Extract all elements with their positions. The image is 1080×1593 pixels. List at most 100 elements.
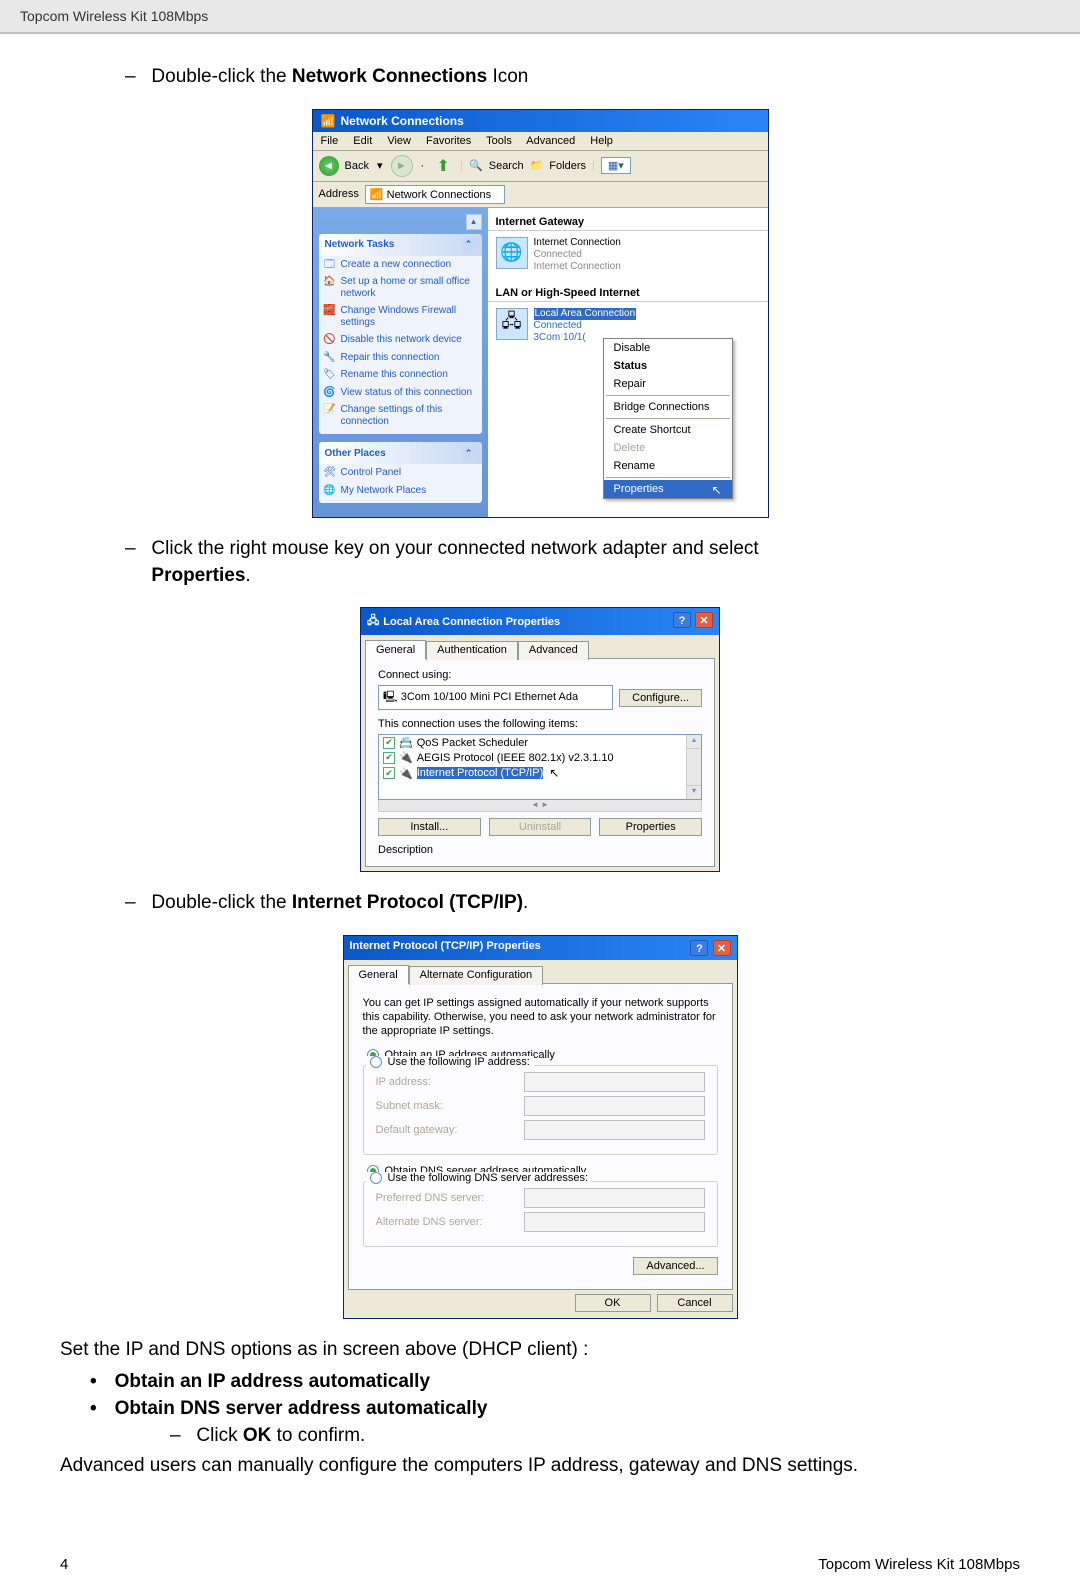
group-internet-gateway: Internet Gateway — [488, 212, 768, 231]
dialog-titlebar: 🖧Local Area Connection Properties ? ✕ — [361, 608, 719, 635]
ctx-bridge[interactable]: Bridge Connections — [604, 398, 732, 416]
disable-icon: 🚫 — [323, 333, 337, 347]
menu-edit[interactable]: Edit — [353, 135, 372, 147]
back-label[interactable]: Back — [345, 160, 369, 172]
components-listbox[interactable]: ✔ 📇 QoS Packet Scheduler ✔ 🔌 AEGIS Proto… — [378, 734, 702, 800]
ip-input — [524, 1072, 705, 1092]
pref-dns-label: Preferred DNS server: — [376, 1192, 516, 1204]
close-button[interactable]: ✕ — [695, 612, 713, 628]
menu-view[interactable]: View — [387, 135, 411, 147]
connection-internet[interactable]: 🌐 Internet Connection Connected Internet… — [488, 235, 768, 275]
tab-general[interactable]: General — [365, 640, 426, 659]
checkbox-icon[interactable]: ✔ — [383, 737, 395, 749]
properties-button[interactable]: Properties — [599, 818, 702, 836]
network-places-icon: 🌐 — [323, 484, 337, 498]
rename-icon: 🏷 — [323, 368, 337, 382]
page-number: 4 — [60, 1556, 68, 1573]
up-icon[interactable]: ⬆ — [432, 155, 454, 177]
tab-general[interactable]: General — [348, 965, 409, 984]
chevron-up-icon[interactable]: ⌃ — [462, 238, 476, 252]
ok-button[interactable]: OK — [575, 1294, 651, 1312]
install-button[interactable]: Install... — [378, 818, 481, 836]
search-icon[interactable]: 🔍 — [469, 159, 483, 172]
task-setup-network[interactable]: 🏠Set up a home or small office network — [319, 273, 482, 302]
network-tasks-header[interactable]: Network Tasks ⌃ — [319, 234, 482, 256]
page-footer: 4 Topcom Wireless Kit 108Mbps — [0, 1516, 1080, 1593]
network-tasks-panel: Network Tasks ⌃ 🗔Create a new connection… — [319, 234, 482, 435]
views-button[interactable]: ▦▾ — [601, 157, 631, 174]
radio-icon[interactable] — [370, 1056, 382, 1068]
scroll-up-icon[interactable]: ▴ — [466, 214, 482, 230]
radio-icon[interactable] — [370, 1172, 382, 1184]
dns-group: Use the following DNS server addresses: … — [363, 1181, 718, 1247]
list-item: ✔ 🔌 AEGIS Protocol (IEEE 802.1x) v2.3.1.… — [379, 750, 701, 765]
menu-advanced[interactable]: Advanced — [526, 135, 575, 147]
chevron-up-icon[interactable]: ⌃ — [462, 446, 476, 460]
other-network-places[interactable]: 🌐My Network Places — [319, 482, 482, 500]
description-text: You can get IP settings assigned automat… — [363, 996, 718, 1039]
cursor-icon: ↖ — [711, 483, 721, 497]
task-rename[interactable]: 🏷Rename this connection — [319, 366, 482, 384]
ctx-delete: Delete — [604, 439, 732, 457]
wizard-icon: 🗔 — [323, 258, 337, 272]
back-icon[interactable]: ◄ — [319, 156, 339, 176]
radio-use-dns[interactable]: Use the following DNS server addresses: — [366, 1172, 593, 1184]
folders-icon[interactable]: 📁 — [530, 159, 544, 172]
task-status[interactable]: 🌀View status of this connection — [319, 384, 482, 402]
window-icon: 📶 — [321, 114, 336, 128]
ip-group: Use the following IP address: IP address… — [363, 1065, 718, 1155]
other-places-panel: Other Places ⌃ 🛠Control Panel 🌐My Networ… — [319, 442, 482, 503]
task-settings[interactable]: 📝Change settings of this connection — [319, 401, 482, 430]
tab-alt-config[interactable]: Alternate Configuration — [409, 966, 544, 985]
subnet-input — [524, 1096, 705, 1116]
other-places-header[interactable]: Other Places ⌃ — [319, 442, 482, 464]
connection-icon: 🖧 — [496, 308, 528, 340]
other-control-panel[interactable]: 🛠Control Panel — [319, 464, 482, 482]
search-label[interactable]: Search — [489, 160, 524, 172]
tabs: General Alternate Configuration — [344, 960, 737, 983]
ctx-properties[interactable]: Properties ↖ — [604, 480, 732, 498]
description-label: Description — [378, 844, 702, 856]
checkbox-icon[interactable]: ✔ — [383, 752, 395, 764]
uninstall-button: Uninstall — [489, 818, 592, 836]
cancel-button[interactable]: Cancel — [657, 1294, 733, 1312]
task-create-connection[interactable]: 🗔Create a new connection — [319, 256, 482, 274]
horizontal-scrollbar[interactable]: ◄ ► — [378, 800, 702, 812]
tab-authentication[interactable]: Authentication — [426, 641, 518, 660]
ctx-repair[interactable]: Repair — [604, 375, 732, 393]
address-field[interactable]: 📶 Network Connections — [365, 185, 505, 204]
product-name: Topcom Wireless Kit 108Mbps — [20, 8, 208, 24]
step-1: – Double-click the Network Connections I… — [125, 64, 1020, 91]
protocol-icon: 🔌 — [399, 767, 413, 780]
task-disable-device[interactable]: 🚫Disable this network device — [319, 331, 482, 349]
tab-advanced[interactable]: Advanced — [518, 641, 589, 660]
scrollbar[interactable]: ▴ ▾ — [686, 735, 701, 799]
help-button[interactable]: ? — [690, 940, 708, 956]
nic-icon: 🖳 — [383, 691, 398, 703]
ctx-rename[interactable]: Rename — [604, 457, 732, 475]
ctx-disable[interactable]: Disable — [604, 339, 732, 357]
menu-help[interactable]: Help — [590, 135, 613, 147]
connection-icon: 🌐 — [496, 237, 528, 269]
ctx-status[interactable]: Status — [604, 357, 732, 375]
adapter-field[interactable]: 🖳 3Com 10/100 Mini PCI Ethernet Ada — [378, 685, 613, 710]
task-repair[interactable]: 🔧Repair this connection — [319, 349, 482, 367]
address-label: Address — [319, 188, 359, 200]
menu-tools[interactable]: Tools — [486, 135, 512, 147]
help-button[interactable]: ? — [673, 612, 691, 628]
checkbox-icon[interactable]: ✔ — [383, 767, 395, 779]
step-3: – Double-click the Internet Protocol (TC… — [125, 890, 1020, 917]
radio-use-ip[interactable]: Use the following IP address: — [366, 1056, 534, 1068]
folders-label[interactable]: Folders — [549, 160, 586, 172]
advanced-users-text: Advanced users can manually configure th… — [60, 1453, 1020, 1480]
sidebar: ▴ Network Tasks ⌃ 🗔Create a new connecti… — [313, 208, 488, 518]
menu-file[interactable]: File — [321, 135, 339, 147]
task-firewall[interactable]: 🧱Change Windows Firewall settings — [319, 302, 482, 331]
configure-button[interactable]: Configure... — [619, 689, 702, 707]
close-button[interactable]: ✕ — [713, 940, 731, 956]
subnet-label: Subnet mask: — [376, 1100, 516, 1112]
nic-icon: 🖧 — [367, 612, 379, 631]
advanced-button[interactable]: Advanced... — [633, 1257, 717, 1275]
menu-favorites[interactable]: Favorites — [426, 135, 471, 147]
ctx-shortcut[interactable]: Create Shortcut — [604, 421, 732, 439]
